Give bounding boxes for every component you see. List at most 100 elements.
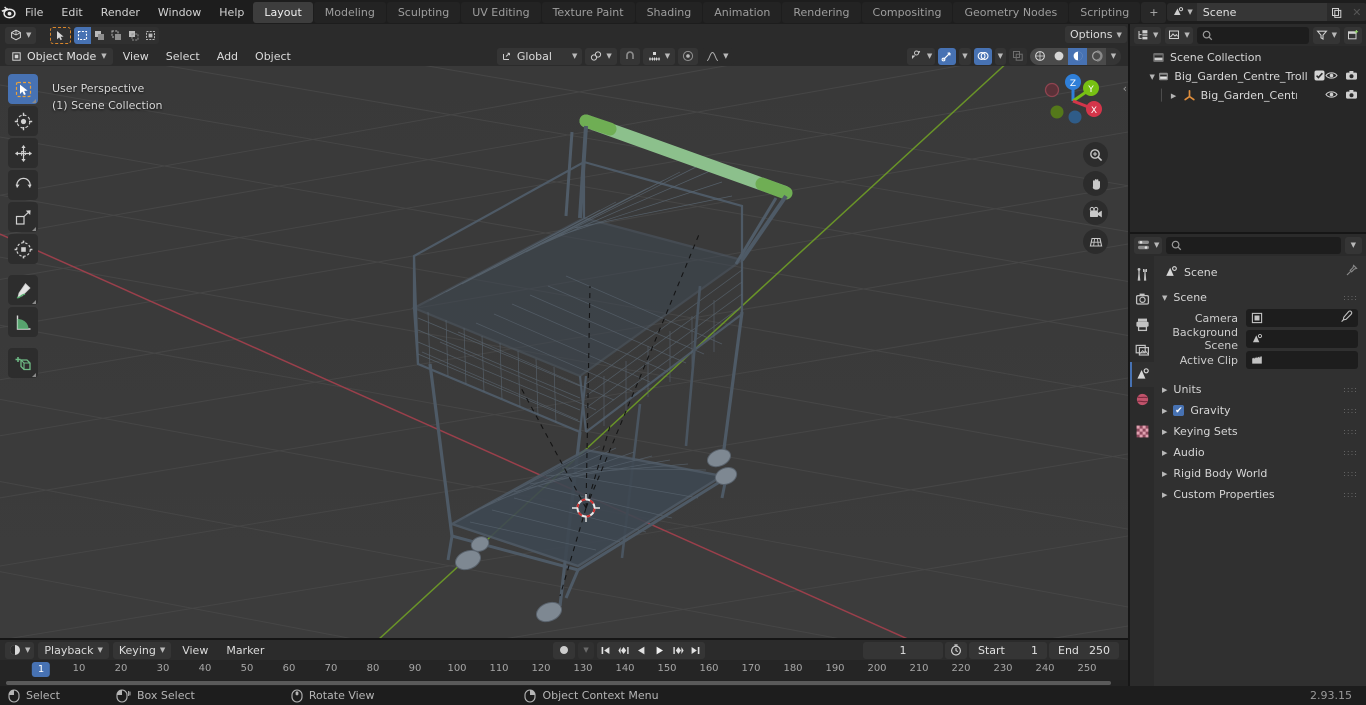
scene-selector[interactable]: ▼ Scene ✕	[1167, 3, 1366, 21]
filter-funnel-icon[interactable]: ▼	[1312, 26, 1340, 44]
editor-divider-horizontal-right[interactable]	[1130, 232, 1366, 234]
collection-exclude-checkbox[interactable]	[1314, 70, 1325, 84]
properties-content[interactable]: Scene ▼ Scene :::: Camera Background Sce…	[1154, 256, 1366, 686]
new-scene-button[interactable]	[1326, 3, 1347, 21]
annotate-tool[interactable]	[8, 275, 38, 305]
object-mode-selector[interactable]: Object Mode ▼	[5, 47, 113, 65]
overlays-dropdown[interactable]: ▼	[994, 47, 1006, 65]
scene-name-field[interactable]: Scene	[1196, 3, 1327, 21]
rotate-tool[interactable]	[8, 170, 38, 200]
falloff-selector[interactable]: ▼	[701, 47, 734, 65]
panel-expander-right-icon[interactable]: ▶	[1162, 407, 1167, 415]
expander-down-icon[interactable]: ▼	[1148, 73, 1156, 81]
menu-help[interactable]: Help	[210, 3, 253, 22]
gizmos-dropdown[interactable]: ▼	[959, 47, 971, 65]
eye-icon[interactable]	[1325, 89, 1338, 103]
new-collection-icon[interactable]	[1344, 26, 1362, 44]
material-preview-icon[interactable]	[1068, 47, 1087, 65]
proportional-edit-button[interactable]	[678, 47, 699, 65]
playhead[interactable]: 1	[31, 662, 51, 677]
snap-toggle-button[interactable]	[619, 47, 640, 65]
workspace-tab-scripting[interactable]: Scripting	[1069, 1, 1141, 23]
viewport-menu-object[interactable]: Object	[248, 48, 298, 65]
outliner-row-icons[interactable]	[1325, 89, 1362, 103]
rendered-icon[interactable]	[1087, 47, 1106, 65]
viewport-menu-view[interactable]: View	[116, 48, 156, 65]
timeline-editor-icon[interactable]: ▼	[5, 641, 35, 659]
select-extend-icon[interactable]	[91, 26, 109, 44]
panel-expander-right-icon[interactable]: ▶	[1162, 428, 1167, 436]
play-icon[interactable]	[651, 642, 669, 659]
expander-right-icon[interactable]: ▶	[1169, 92, 1179, 100]
properties-tab-tool[interactable]	[1130, 262, 1154, 287]
panel-expander-right-icon[interactable]: ▶	[1162, 491, 1167, 499]
camera-render-icon[interactable]	[1345, 70, 1358, 84]
properties-tab-world[interactable]	[1130, 387, 1154, 412]
outliner-search-input[interactable]	[1196, 26, 1309, 44]
viewport-toolbar[interactable]	[8, 74, 38, 378]
outliner-display-mode-icon[interactable]: ▼	[1134, 26, 1162, 44]
unlink-scene-button[interactable]: ✕	[1346, 3, 1366, 21]
properties-tab-scene[interactable]	[1130, 362, 1154, 387]
outliner-row-collection[interactable]: ▼ Big_Garden_Centre_Trolley_0	[1130, 67, 1366, 86]
properties-search-input[interactable]	[1166, 236, 1341, 254]
add-workspace-button[interactable]: +	[1141, 1, 1167, 23]
auto-keying-toggle[interactable]	[553, 641, 576, 659]
eyedropper-icon[interactable]	[1340, 310, 1353, 326]
eye-icon[interactable]	[1325, 70, 1338, 84]
panel-units[interactable]: ▶ Units ::::	[1154, 379, 1366, 400]
shading-mode-group[interactable]: ▼	[1030, 47, 1121, 65]
workspace-tab-geometry-nodes[interactable]: Geometry Nodes	[953, 1, 1069, 23]
overlays-toggle[interactable]	[973, 47, 992, 65]
move-tool[interactable]	[8, 138, 38, 168]
add-cube-tool[interactable]	[8, 348, 38, 378]
properties-tab-view-layer[interactable]	[1130, 337, 1154, 362]
viewport-menu-add[interactable]: Add	[210, 48, 245, 65]
workspace-tab-modeling[interactable]: Modeling	[313, 1, 386, 23]
pivot-point-selector[interactable]: ▼	[585, 47, 617, 65]
camera-row[interactable]: Camera	[1154, 308, 1366, 328]
xray-toggle[interactable]	[1009, 47, 1027, 65]
timeline-menu-marker[interactable]: Marker	[219, 642, 271, 659]
properties-tab-render[interactable]	[1130, 287, 1154, 312]
3d-viewport[interactable]: User Perspective (1) Scene Collection Z …	[0, 46, 1128, 640]
workspace-tab-compositing[interactable]: Compositing	[861, 1, 953, 23]
start-value[interactable]: 1	[1031, 644, 1038, 657]
snap-target-selector[interactable]: ▼	[642, 47, 676, 65]
panel-expander-down-icon[interactable]: ▼	[1162, 294, 1167, 302]
panel-custom-properties[interactable]: ▶ Custom Properties ::::	[1154, 484, 1366, 505]
transform-tool[interactable]	[8, 234, 38, 264]
editor-divider-vertical[interactable]	[1128, 24, 1130, 686]
camera-render-icon[interactable]	[1345, 89, 1358, 103]
active-clip-row[interactable]: Active Clip	[1154, 350, 1366, 370]
viewport-nav-buttons[interactable]	[1083, 142, 1108, 254]
editor-type-3dview-icon[interactable]: ▼	[5, 26, 37, 44]
scrollbar-thumb[interactable]	[6, 681, 1111, 685]
workspace-tab-shading[interactable]: Shading	[635, 1, 703, 23]
sidebar-collapse-arrow-icon[interactable]: ‹	[1123, 82, 1127, 95]
select-mode-group[interactable]	[74, 26, 160, 44]
gizmos-toggle[interactable]	[938, 47, 957, 65]
timeline-ruler[interactable]: 1 10 20 30 40 50 60 70 80 90 100 110 120…	[0, 660, 1128, 680]
timeline-menu-view[interactable]: View	[175, 642, 215, 659]
playback-transport[interactable]	[596, 641, 705, 659]
properties-options-dropdown[interactable]: ▼	[1344, 236, 1362, 254]
auto-keying-dropdown[interactable]: ▼	[578, 641, 594, 659]
workspace-tab-rendering[interactable]: Rendering	[782, 1, 861, 23]
panel-expander-right-icon[interactable]: ▶	[1162, 449, 1167, 457]
navigation-gizmo[interactable]: Z Y X	[1036, 64, 1110, 138]
panel-keying-sets[interactable]: ▶ Keying Sets ::::	[1154, 421, 1366, 442]
menu-window[interactable]: Window	[149, 3, 210, 22]
properties-editor-icon[interactable]: ▼	[1134, 236, 1163, 254]
panel-rigid-body-world[interactable]: ▶ Rigid Body World ::::	[1154, 463, 1366, 484]
playback-dropdown[interactable]: Playback ▼	[38, 641, 109, 659]
gravity-checkbox[interactable]: ✔	[1173, 405, 1185, 416]
viewport-options-button[interactable]: Options ▼	[1065, 26, 1127, 43]
outliner-row-object[interactable]: │ ▶ Big_Garden_Centre_Troll	[1130, 86, 1366, 105]
outliner-row-scene-collection[interactable]: Scene Collection	[1130, 48, 1366, 67]
workspace-tab-uv-editing[interactable]: UV Editing	[461, 1, 541, 23]
jump-start-icon[interactable]	[597, 642, 615, 659]
outliner-row-icons[interactable]	[1325, 70, 1362, 84]
panel-expander-right-icon[interactable]: ▶	[1162, 470, 1167, 478]
pin-icon[interactable]	[1345, 264, 1358, 280]
